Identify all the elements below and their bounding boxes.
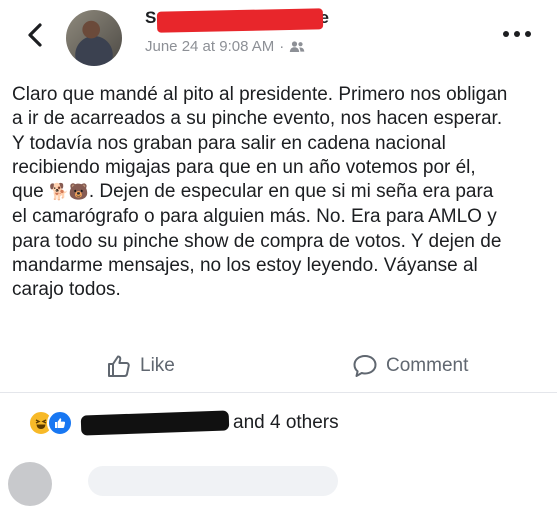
post-line: recibiendo migajas para que en un año vo… xyxy=(12,156,476,178)
like-label: Like xyxy=(140,355,175,376)
reactors-others: and 4 others xyxy=(233,412,339,433)
comment-bubble-icon xyxy=(353,355,377,377)
thumbs-up-icon xyxy=(108,355,130,377)
reactions-summary[interactable]: and 4 others xyxy=(28,406,339,440)
like-reaction-icon xyxy=(47,410,73,436)
names-redaction xyxy=(80,410,230,436)
post-body: Claro que mandé al pito al presidente. P… xyxy=(12,83,552,303)
comment-button[interactable]: Comment xyxy=(352,342,468,390)
post-line: que xyxy=(12,181,44,203)
friends-icon xyxy=(290,40,305,52)
post-line: . Dejen de especular en que si mi seña e… xyxy=(88,181,494,203)
author-name-start: S xyxy=(145,8,157,27)
author-name[interactable]: Se xyxy=(145,8,329,34)
post-line: Claro que mandé al pito al presidente. P… xyxy=(12,84,508,105)
reactors-names[interactable]: and 4 others xyxy=(80,410,339,436)
comment-bubble[interactable] xyxy=(88,466,338,496)
name-redaction xyxy=(156,8,324,33)
post-line: Y todavía nos graban para salir en caden… xyxy=(12,132,446,154)
more-options-button[interactable] xyxy=(503,24,537,44)
commenter-avatar[interactable] xyxy=(8,462,52,506)
back-button[interactable] xyxy=(22,20,48,50)
post-line: el camarógrafo o para alguien más. No. E… xyxy=(12,206,497,228)
author-avatar[interactable] xyxy=(66,10,122,66)
post-line: carajo todos. xyxy=(12,279,121,301)
post-header: Se June 24 at 9:08 AM · xyxy=(0,0,557,78)
meta-separator: · xyxy=(279,38,285,55)
dog-bear-emoji: 🐕🐻 xyxy=(48,184,89,202)
comment-label: Comment xyxy=(386,355,469,376)
post-actions: Like Comment xyxy=(0,342,557,392)
post-line: a ir de acarreados a su pinche evento, n… xyxy=(12,108,503,130)
post-line: mandarme mensajes, no los estoy leyendo.… xyxy=(12,255,478,277)
post-meta: June 24 at 9:08 AM · xyxy=(145,38,305,55)
back-chevron-icon xyxy=(28,23,42,47)
divider xyxy=(0,392,557,393)
more-options-icon xyxy=(503,31,509,37)
like-button[interactable]: Like xyxy=(106,342,175,390)
post-timestamp[interactable]: June 24 at 9:08 AM xyxy=(145,38,274,55)
post-line: para todo su pinche show de compra de vo… xyxy=(12,230,502,252)
